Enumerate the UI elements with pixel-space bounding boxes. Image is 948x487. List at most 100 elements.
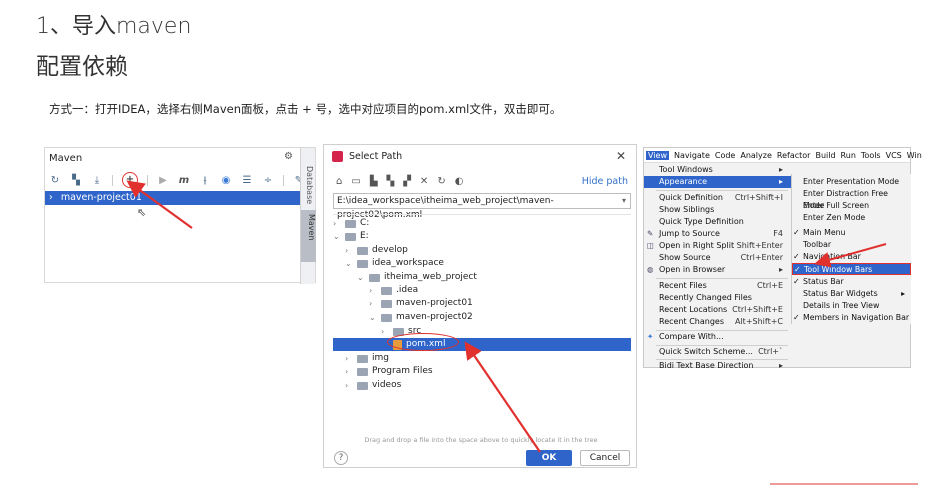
menu-item-label: Open in Browser [659,265,726,274]
reimport-icon[interactable]: ▚ [70,175,82,186]
chevron-right-icon[interactable]: › [49,191,53,205]
submenu-item-navigation-bar[interactable]: ✓ Navigation Bar [792,251,911,263]
refresh-icon[interactable]: ↻ [437,176,445,187]
menu-item-open-in-browser[interactable]: ◍ Open in Browser ▸ [644,264,791,276]
desktop-icon[interactable]: ▭ [351,176,360,187]
gear-icon[interactable]: ⚙ [284,151,293,162]
submenu-item-members-nav-bar[interactable]: ✓ Members in Navigation Bar [792,312,911,324]
add-icon[interactable]: + [122,172,138,188]
lifecycle-icon[interactable]: ◉ [220,175,232,186]
submenu-item-zen-mode[interactable]: Enter Zen Mode [792,212,911,224]
menu-vcs[interactable]: VCS [886,151,902,160]
side-tab-maven[interactable]: Maven [301,210,316,262]
project-icon[interactable]: ▙ [370,176,378,187]
globe-icon: ◍ [647,265,654,274]
folder-icon [357,367,368,376]
menu-run[interactable]: Run [841,151,856,160]
menu-item-shortcut: Ctrl+Shift+E [732,305,783,314]
menu-code[interactable]: Code [715,151,735,160]
tree-node[interactable]: › img [345,352,389,365]
m-icon[interactable]: m [178,175,190,186]
submenu-item-status-bar-widgets[interactable]: Status Bar Widgets ▸ [792,288,911,300]
side-tab-database[interactable]: Database [303,166,314,206]
hide-path-link[interactable]: Hide path [582,176,628,187]
menu-item-recent-locations[interactable]: Recent Locations Ctrl+Shift+E [644,304,791,316]
download-icon[interactable]: ⤓ [91,175,103,186]
menu-item-recent-changes[interactable]: Recent Changes Alt+Shift+C [644,316,791,328]
menu-navigate[interactable]: Navigate [674,151,710,160]
toggle-offline-icon[interactable]: ⫲ [199,175,211,186]
home-icon[interactable]: ⌂ [336,176,342,187]
delete-icon[interactable]: ✕ [420,176,428,187]
tree-node[interactable]: ⌄ maven-project02 [369,311,473,324]
show-hidden-icon[interactable]: ◐ [455,176,464,187]
menu-build[interactable]: Build [815,151,835,160]
menu-refactor[interactable]: Refactor [777,151,811,160]
menu-item-jump-to-source[interactable]: ✎ Jump to Source F4 [644,228,791,240]
toolbar-separator [147,174,148,186]
menu-item-appearance[interactable]: Appearance ▸ [644,176,791,188]
menu-item-tool-windows[interactable]: Tool Windows ▸ [644,164,791,176]
module-icon[interactable]: ▚ [387,176,395,187]
menu-item-quick-definition[interactable]: Quick Definition Ctrl+Shift+I [644,192,791,204]
submenu-item-full-screen[interactable]: Enter Full Screen [792,200,911,212]
menu-item-bidi-text[interactable]: Bidi Text Base Direction ▸ [644,360,791,372]
chevron-down-icon[interactable]: ▾ [622,194,626,208]
expand-icon[interactable]: ÷ [262,175,274,186]
tree-node[interactable]: › develop [345,244,408,257]
menu-item-recently-changed-files[interactable]: Recently Changed Files [644,292,791,304]
submenu-item-details-tree-view[interactable]: Details in Tree View [792,300,911,312]
menu-item-label: Recently Changed Files [659,293,752,302]
drive-icon [345,232,356,241]
new-folder-icon[interactable]: ▞ [403,176,411,187]
close-icon[interactable]: ✕ [616,149,626,163]
menu-item-label: Open in Right Split [659,241,735,250]
menu-item-open-right-split[interactable]: ◫ Open in Right Split Shift+Enter [644,240,791,252]
menu-item-quick-type-definition[interactable]: Quick Type Definition [644,216,791,228]
submenu-item-label: Enter Zen Mode [803,213,866,222]
tree-node-label: C: [360,218,370,228]
submenu-item-tool-window-bars[interactable]: ✓ Tool Window Bars [792,263,911,275]
submenu-item-label: Enter Presentation Mode [803,177,900,186]
tree-node-label: idea_workspace [372,258,444,268]
checkmark-icon: ✓ [793,277,800,286]
menu-window[interactable]: Win [907,151,922,160]
collapse-icon[interactable]: ☰ [241,175,253,186]
maven-project-row[interactable]: › maven-project01 [45,191,301,205]
submenu-item-distraction-free[interactable]: Enter Distraction Free Mode [792,188,911,210]
menu-analyze[interactable]: Analyze [740,151,772,160]
menu-item-show-source[interactable]: Show Source Ctrl+Enter [644,252,791,264]
menu-view[interactable]: View [646,150,669,160]
menu-item-show-siblings[interactable]: Show Siblings [644,204,791,216]
menu-item-compare-with[interactable]: ✦ Compare With... [644,331,791,343]
tree-node[interactable]: ⌄ idea_workspace [345,257,444,270]
tree-node-label: develop [372,245,408,255]
intellij-app-icon [332,151,343,162]
tree-node[interactable]: ⌄ itheima_web_project [357,271,477,284]
file-tree: › C: ⌄ E: › develop ⌄ idea_workspace ⌄ itheim… [333,214,631,440]
tree-node[interactable]: › Program Files [345,365,433,378]
dialog-title: Select Path [349,151,403,162]
path-input[interactable]: E:\idea_workspace\itheima_web_project\ma… [333,193,631,220]
help-button[interactable]: ? [334,451,348,465]
folder-icon [381,286,392,295]
maven-toolbar: ↻ ▚ ⤓ + ▶ m ⫲ ◉ ☰ ÷ ✎ [49,172,305,188]
tree-node[interactable]: › maven-project01 [369,297,473,310]
tree-node-selected[interactable]: pom.xml [333,338,631,351]
menu-item-quick-switch-scheme[interactable]: Quick Switch Scheme... Ctrl+` [644,346,791,358]
refresh-icon[interactable]: ↻ [49,175,61,186]
tree-node[interactable]: › C: [333,217,369,230]
menu-item-recent-files[interactable]: Recent Files Ctrl+E [644,280,791,292]
menu-tools[interactable]: Tools [861,151,881,160]
submenu-item-status-bar[interactable]: ✓ Status Bar [792,276,911,288]
ok-button[interactable]: OK [526,450,572,466]
run-icon[interactable]: ▶ [157,175,169,186]
submenu-item-toolbar[interactable]: Toolbar [792,239,911,251]
submenu-item-presentation-mode[interactable]: Enter Presentation Mode [792,176,911,188]
tree-node[interactable]: › .idea [369,284,418,297]
tree-node[interactable]: ⌄ E: [333,230,369,243]
submenu-item-main-menu[interactable]: ✓ Main Menu [792,227,911,239]
menu-item-label: Quick Type Definition [659,217,744,226]
cancel-button[interactable]: Cancel [580,450,630,466]
tree-node[interactable]: › videos [345,379,401,392]
